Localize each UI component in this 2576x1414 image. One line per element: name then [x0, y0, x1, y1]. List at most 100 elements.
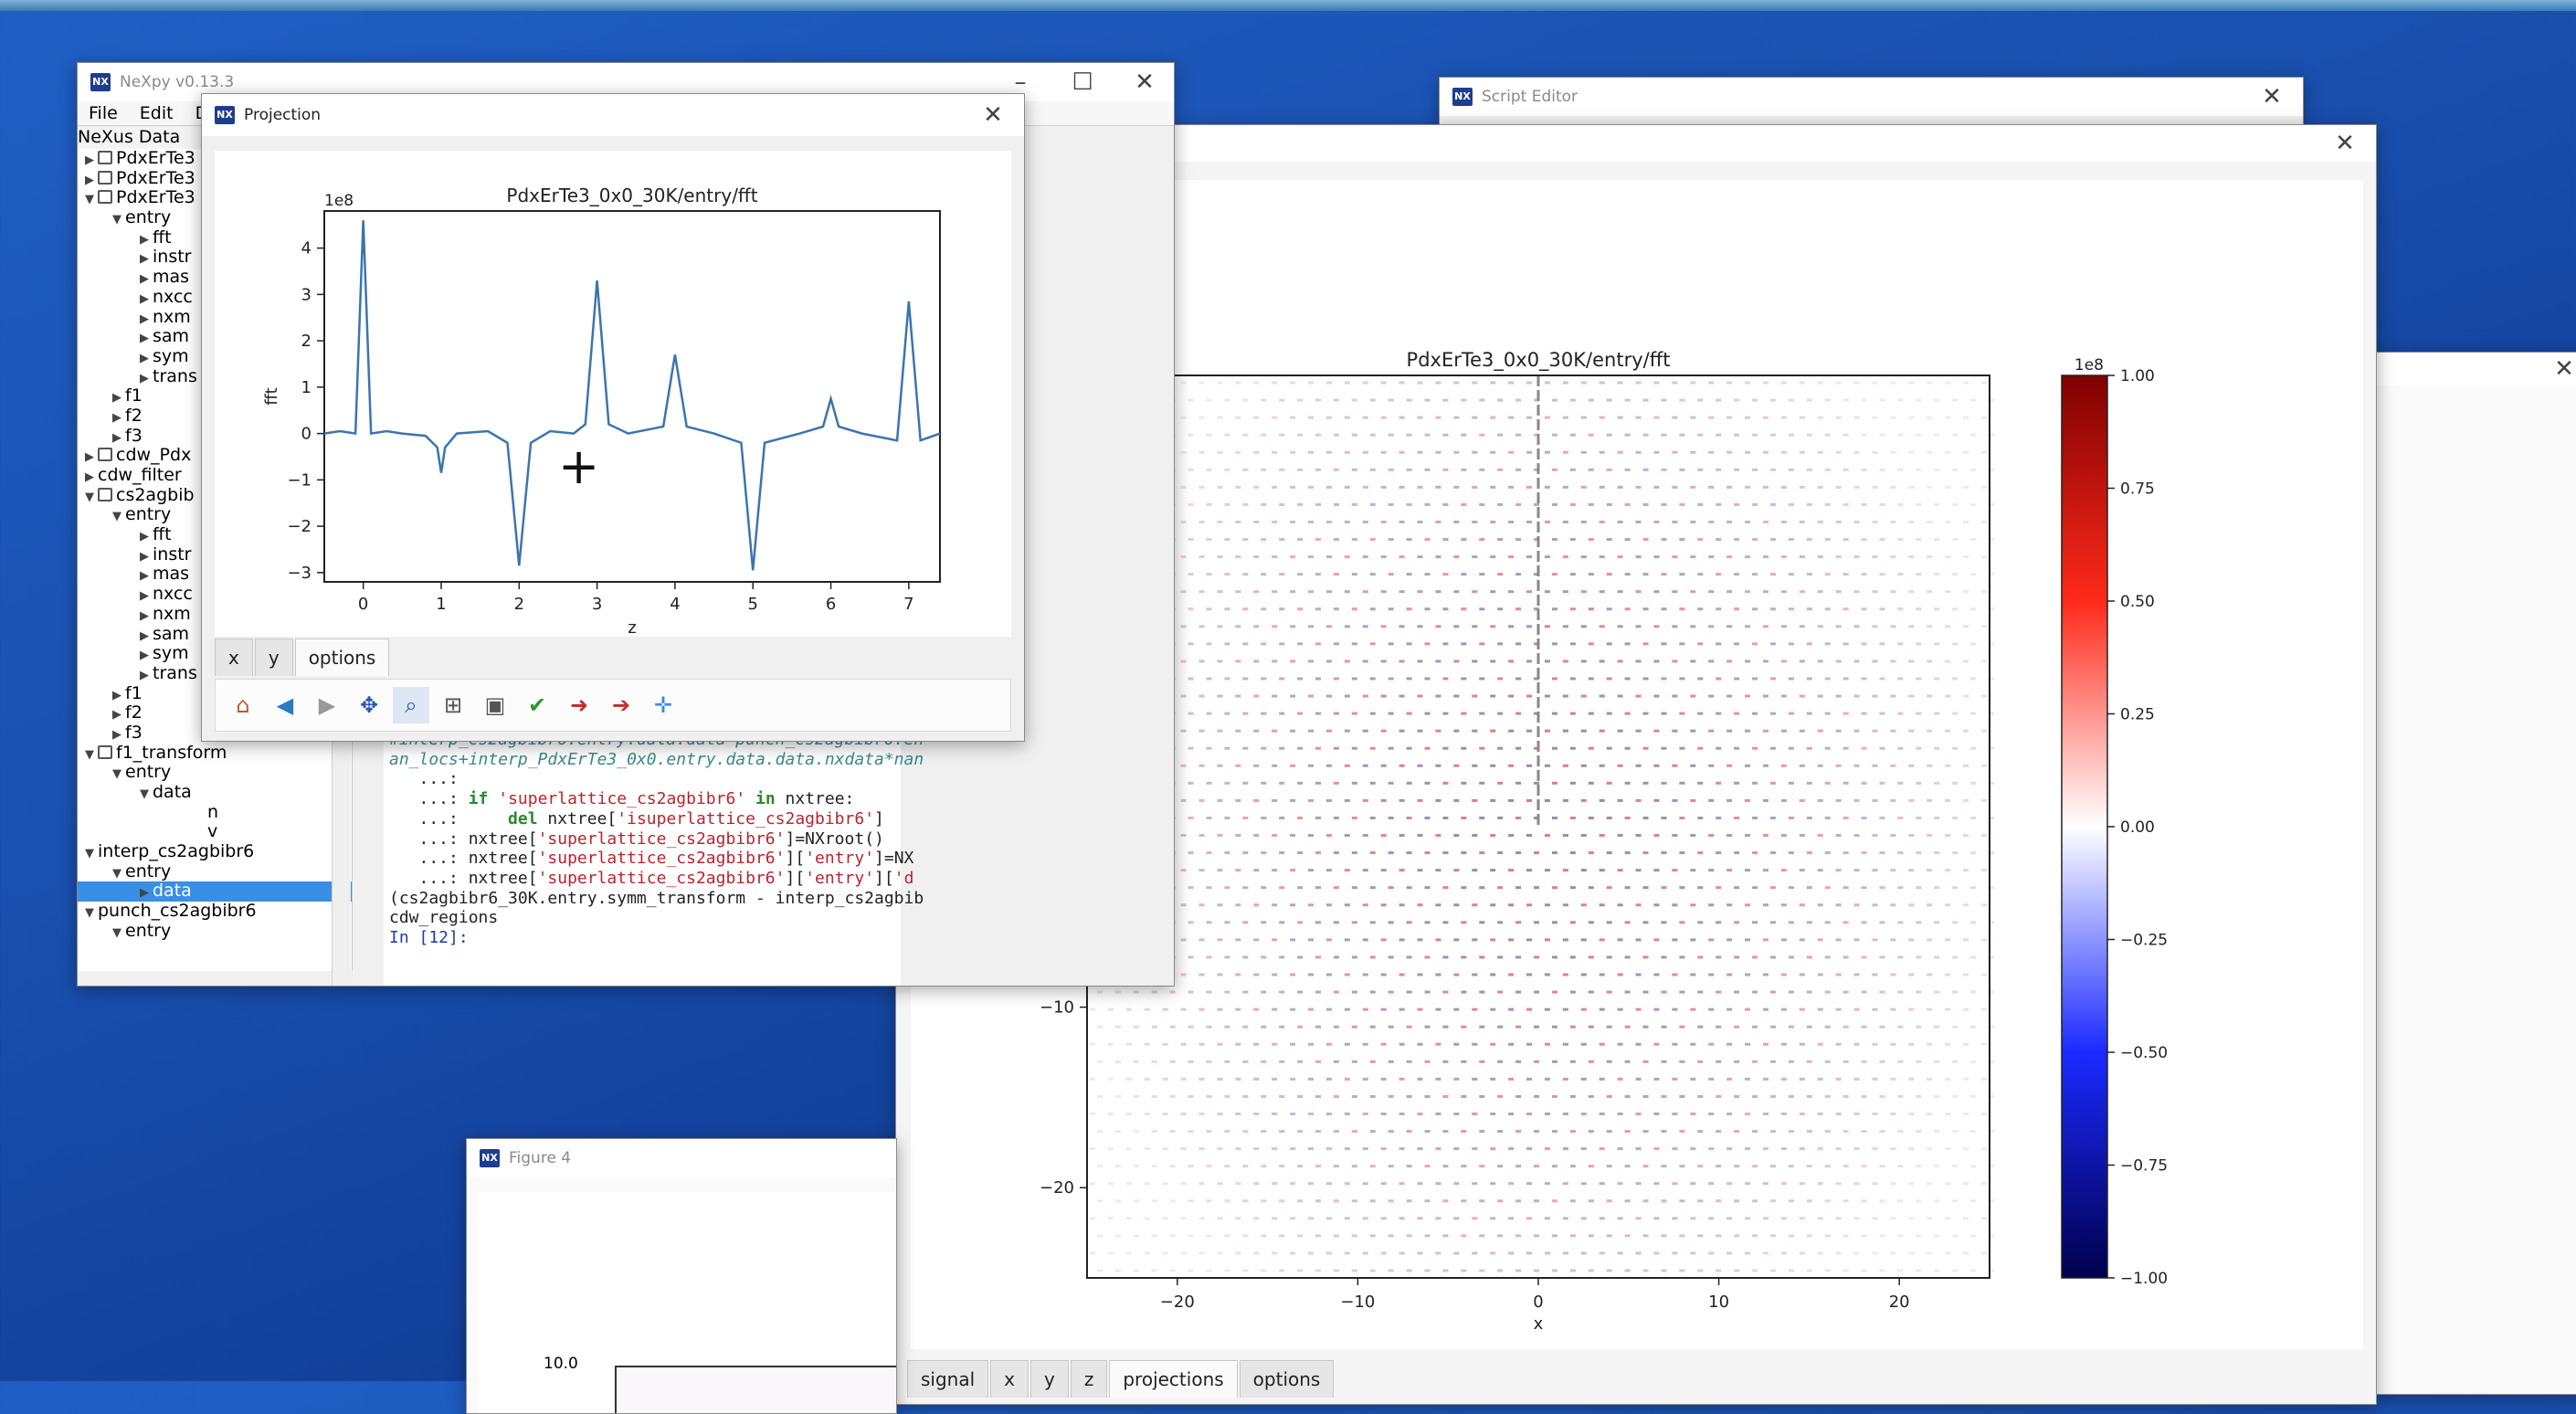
close-icon[interactable]: ✕: [1114, 63, 1174, 101]
tab-y[interactable]: y: [1030, 1360, 1069, 1398]
heatmap-cell: [1308, 520, 1314, 523]
tab-signal[interactable]: signal: [907, 1360, 989, 1398]
projection-line-chart[interactable]: PdxErTe3_0x0_30K/entry/fft1e80 1 2 3 4 5 6 7−3−…: [215, 151, 1011, 638]
expand-down-icon[interactable]: ▼: [85, 903, 98, 923]
expand-down-icon[interactable]: ▼: [112, 507, 125, 527]
tree-item[interactable]: ▼ entry: [78, 762, 352, 785]
expand-right-icon[interactable]: ▶: [140, 607, 153, 627]
heatmap-cell: [1479, 1060, 1485, 1063]
menu-item-file[interactable]: File: [78, 103, 129, 123]
expand-down-icon[interactable]: ▼: [140, 785, 153, 805]
close-icon[interactable]: ✕: [962, 94, 1024, 136]
figure4-window[interactable]: NX Figure 4 10.0: [466, 1138, 897, 1414]
back-arrow-icon[interactable]: ◀: [267, 687, 303, 723]
expand-right-icon[interactable]: ▶: [140, 547, 153, 567]
close-icon[interactable]: ✕: [2241, 78, 2303, 116]
expand-down-icon[interactable]: ▼: [112, 923, 125, 944]
expand-down-icon[interactable]: ▼: [85, 488, 98, 508]
pan-icon[interactable]: ✥: [351, 687, 387, 723]
subplots-icon[interactable]: ⊞: [435, 687, 471, 723]
heatmap-cell: [1642, 433, 1649, 437]
expand-down-icon[interactable]: ▼: [112, 210, 125, 230]
tree-item[interactable]: ▶ data: [78, 881, 352, 902]
expand-right-icon[interactable]: ▶: [85, 468, 98, 488]
expand-down-icon[interactable]: ▼: [112, 864, 125, 884]
tab-z[interactable]: z: [1070, 1360, 1108, 1398]
tree-item[interactable]: n: [78, 802, 352, 823]
close-icon[interactable]: ✕: [2533, 353, 2576, 385]
expand-right-icon[interactable]: ▶: [140, 586, 153, 607]
home-icon[interactable]: ⌂: [225, 687, 261, 723]
tree-item[interactable]: ▼ interp_cs2agbibr6: [78, 841, 352, 864]
heatmap-cell: [1472, 694, 1478, 698]
expand-right-icon[interactable]: ▶: [140, 249, 153, 269]
heatmap-cell: [1752, 990, 1758, 994]
expand-right-icon[interactable]: ▶: [140, 290, 153, 310]
save-figure-icon[interactable]: ▣: [477, 687, 513, 723]
expand-right-icon[interactable]: ▶: [140, 349, 153, 369]
expand-down-icon[interactable]: ▼: [85, 844, 98, 864]
expand-right-icon[interactable]: ▶: [140, 566, 153, 586]
forward-arrow-icon[interactable]: ▶: [309, 687, 345, 723]
heatmap-cell: [1388, 433, 1394, 437]
tree-item[interactable]: ▼ data: [78, 782, 352, 805]
expand-right-icon[interactable]: ▶: [112, 705, 125, 725]
heatmap-cell: [1970, 1269, 1977, 1272]
expand-right-icon[interactable]: ▶: [112, 388, 125, 408]
tab-y[interactable]: y: [254, 638, 293, 676]
expand-right-icon[interactable]: ▶: [112, 686, 125, 706]
heatmap-cell: [1569, 1094, 1576, 1098]
import-icon[interactable]: ➔: [603, 687, 639, 723]
projection-window[interactable]: NX Projection ✕ PdxErTe3_0x0_30K/entry/f…: [201, 93, 1025, 742]
export-icon[interactable]: ➜: [561, 687, 597, 723]
expand-right-icon[interactable]: ▶: [140, 329, 153, 349]
tab-x[interactable]: x: [990, 1360, 1029, 1398]
crosshair-icon[interactable]: ✛: [645, 687, 681, 723]
heatmap-cell: [1551, 1234, 1557, 1238]
heatmap-cell: [1861, 851, 1867, 855]
figure4-titlebar[interactable]: NX Figure 4: [467, 1139, 896, 1177]
expand-right-icon[interactable]: ▶: [85, 448, 98, 468]
zoom-icon[interactable]: ⌕: [393, 687, 429, 723]
expand-right-icon[interactable]: ▶: [140, 310, 153, 330]
heatmap-cell: [1344, 973, 1350, 976]
expand-down-icon[interactable]: ▼: [112, 765, 125, 785]
ipython-console[interactable]: #interp_cs2agbibr6.entry.data.data=punch…: [384, 730, 924, 986]
tab-options[interactable]: options: [294, 638, 390, 676]
heatmap-cell: [1315, 1165, 1322, 1168]
expand-right-icon[interactable]: ▶: [140, 269, 153, 290]
heatmap-cell: [1762, 834, 1768, 838]
script-editor-titlebar[interactable]: NX Script Editor ✕: [1440, 78, 2303, 116]
heatmap-cell: [1635, 694, 1642, 698]
tree-item[interactable]: v: [78, 822, 352, 842]
heatmap-cell: [1526, 938, 1533, 942]
tab-options[interactable]: options: [1239, 1360, 1335, 1398]
tab-projections[interactable]: projections: [1109, 1360, 1238, 1398]
menu-item-edit[interactable]: Edit: [129, 103, 185, 123]
heatmap-cell: [1624, 1060, 1631, 1063]
projection-titlebar[interactable]: NX Projection ✕: [202, 94, 1024, 136]
heatmap-cell: [1217, 416, 1223, 419]
tree-item[interactable]: ▼ punch_cs2agbibr6: [78, 901, 352, 923]
expand-down-icon[interactable]: ▼: [85, 745, 98, 765]
expand-right-icon[interactable]: ▶: [140, 527, 153, 547]
expand-right-icon[interactable]: ▶: [140, 230, 153, 250]
expand-right-icon[interactable]: ▶: [140, 646, 153, 666]
expand-right-icon[interactable]: ▶: [112, 408, 125, 428]
heatmap-cell: [1133, 1269, 1139, 1272]
expand-right-icon[interactable]: ▶: [85, 151, 98, 171]
maximize-icon[interactable]: ☐: [1051, 63, 1114, 101]
tree-item[interactable]: ▼ entry: [78, 861, 352, 884]
tab-x[interactable]: x: [215, 638, 253, 676]
tree-item[interactable]: ▼ f1_transform: [78, 743, 352, 765]
heatmap-cell: [1599, 938, 1605, 942]
heatmap-cell: [1580, 1217, 1587, 1220]
heatmap-cell: [1399, 938, 1405, 942]
expand-down-icon[interactable]: ▼: [85, 190, 98, 210]
expand-right-icon[interactable]: ▶: [140, 627, 153, 647]
check-icon[interactable]: ✔: [519, 687, 555, 723]
close-icon[interactable]: ✕: [2314, 125, 2376, 162]
heatmap-cell: [1788, 921, 1794, 924]
expand-right-icon[interactable]: ▶: [85, 171, 98, 191]
tree-item[interactable]: ▼ entry: [78, 921, 352, 944]
